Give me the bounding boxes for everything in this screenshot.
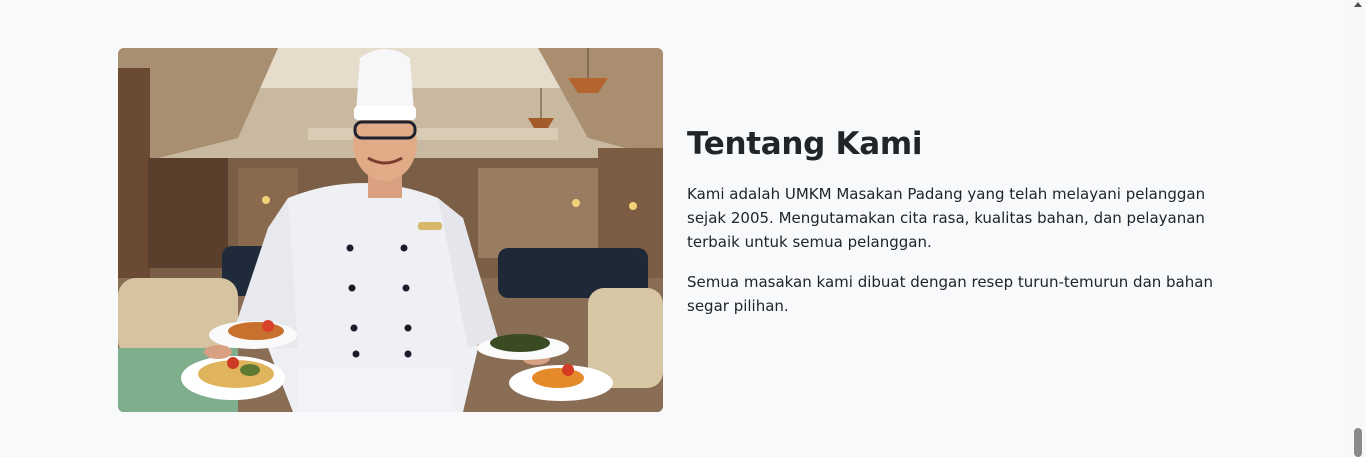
scrollbar-thumb[interactable] bbox=[1354, 428, 1362, 457]
chef-photo bbox=[118, 48, 663, 412]
about-section: Tentang Kami Kami adalah UMKM Masakan Pa… bbox=[118, 48, 1248, 412]
about-paragraph-2: Semua masakan kami dibuat dengan resep t… bbox=[687, 273, 1213, 315]
about-title: Tentang Kami bbox=[687, 126, 923, 162]
scroll-up-arrow-icon[interactable] bbox=[1354, 2, 1362, 7]
about-text: Tentang Kami Kami adalah UMKM Masakan Pa… bbox=[687, 126, 1232, 334]
page: Tentang Kami Kami adalah UMKM Masakan Pa… bbox=[0, 0, 1366, 457]
about-paragraph-1: Kami adalah UMKM Masakan Padang yang tel… bbox=[687, 185, 1206, 251]
page-scrollbar[interactable] bbox=[1350, 0, 1366, 457]
